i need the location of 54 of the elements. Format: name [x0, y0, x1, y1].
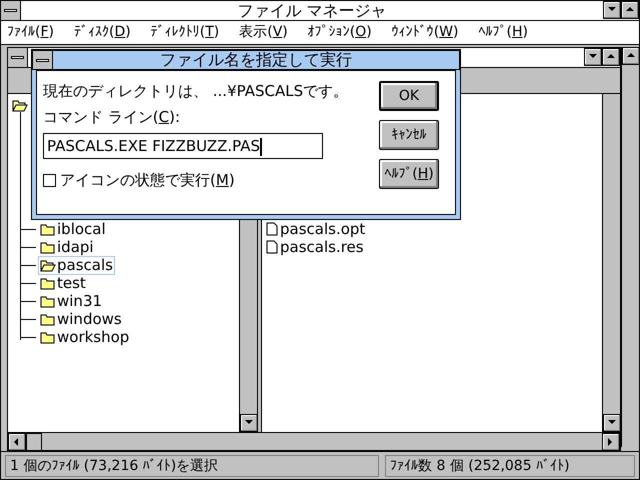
- menu-item[interactable]: ｵﾌﾟｼｮﾝ(O): [308, 22, 372, 43]
- menu-item[interactable]: ﾌｧｲﾙ(F): [7, 22, 54, 43]
- tree-item[interactable]: win31: [38, 292, 104, 310]
- tree-item[interactable]: pascals: [38, 256, 115, 274]
- dialog-button[interactable]: ｷｬﾝｾﾙ: [379, 120, 439, 150]
- scroll-down-button[interactable]: [240, 414, 258, 432]
- scrollbar[interactable]: [621, 47, 639, 447]
- tree-item[interactable]: idapi: [38, 238, 96, 256]
- dialog-button[interactable]: OK: [379, 81, 439, 111]
- menu-item[interactable]: ﾃﾞｨﾚｸﾄﾘ(T): [150, 22, 220, 43]
- child-system-menu-button[interactable]: [8, 48, 28, 67]
- menu-item[interactable]: ｳｨﾝﾄﾞｳ(W): [392, 22, 458, 43]
- current-directory: 現在のディレクトリは、 ...¥PASCALSです。: [43, 81, 350, 102]
- folder-icon: [40, 276, 56, 290]
- tree-item[interactable]: test: [38, 274, 88, 292]
- system-menu-button[interactable]: [1, 1, 21, 20]
- tree-item[interactable]: workshop: [38, 328, 132, 346]
- scroll-down-button[interactable]: [603, 414, 621, 432]
- scroll-left-button[interactable]: [8, 433, 26, 451]
- dialog-button[interactable]: ﾍﾙﾌﾟ(H): [379, 159, 439, 189]
- child-maximize-button[interactable]: [602, 48, 620, 66]
- scrollbar[interactable]: [602, 94, 620, 432]
- folder-icon: [40, 330, 56, 344]
- minimize-button[interactable]: [603, 1, 621, 19]
- open-folder-icon: [12, 98, 28, 112]
- menu-item[interactable]: ﾃﾞｨｽｸ(D): [74, 22, 131, 43]
- scroll-right-button[interactable]: [602, 433, 620, 451]
- scrollbar[interactable]: [8, 432, 620, 450]
- dialog-title: ファイル名を指定して実行: [159, 51, 353, 69]
- checkbox-label: アイコンの状態で実行(M): [60, 170, 235, 191]
- open-folder-icon: [40, 258, 56, 272]
- document-icon: [266, 222, 278, 236]
- folder-icon: [40, 222, 56, 236]
- menu-item[interactable]: 表示(V): [239, 22, 288, 43]
- tree-item[interactable]: iblocal: [38, 220, 108, 238]
- scroll-up-button[interactable]: [622, 47, 640, 65]
- scroll-thumb[interactable]: [26, 433, 42, 451]
- command-line-field[interactable]: PASCALS.EXE FIZZBUZZ.PAS: [43, 133, 323, 159]
- tree-item[interactable]: windows: [38, 310, 124, 328]
- menu-item[interactable]: ﾍﾙﾌﾟ(H): [478, 22, 528, 43]
- folder-icon: [40, 312, 56, 326]
- file-item[interactable]: pascals.opt: [266, 220, 602, 238]
- folder-icon: [40, 294, 56, 308]
- file-item[interactable]: pascals.res: [266, 238, 602, 256]
- field-label: コマンド ライン(C):: [43, 107, 182, 128]
- checkbox[interactable]: [43, 174, 56, 187]
- window-title: ファイル マネージャ: [236, 1, 388, 20]
- child-minimize-button[interactable]: [584, 48, 602, 66]
- document-icon: [266, 240, 278, 254]
- maximize-button[interactable]: [621, 1, 639, 19]
- folder-icon: [40, 240, 56, 254]
- status-text: 1 個のﾌｧｲﾙ (73,216 ﾊﾞｲﾄ)を選択: [5, 454, 379, 476]
- dialog-system-menu-button[interactable]: [33, 51, 53, 69]
- status-text: ﾌｧｲﾙ数 8 個 (252,085 ﾊﾞｲﾄ): [385, 454, 635, 476]
